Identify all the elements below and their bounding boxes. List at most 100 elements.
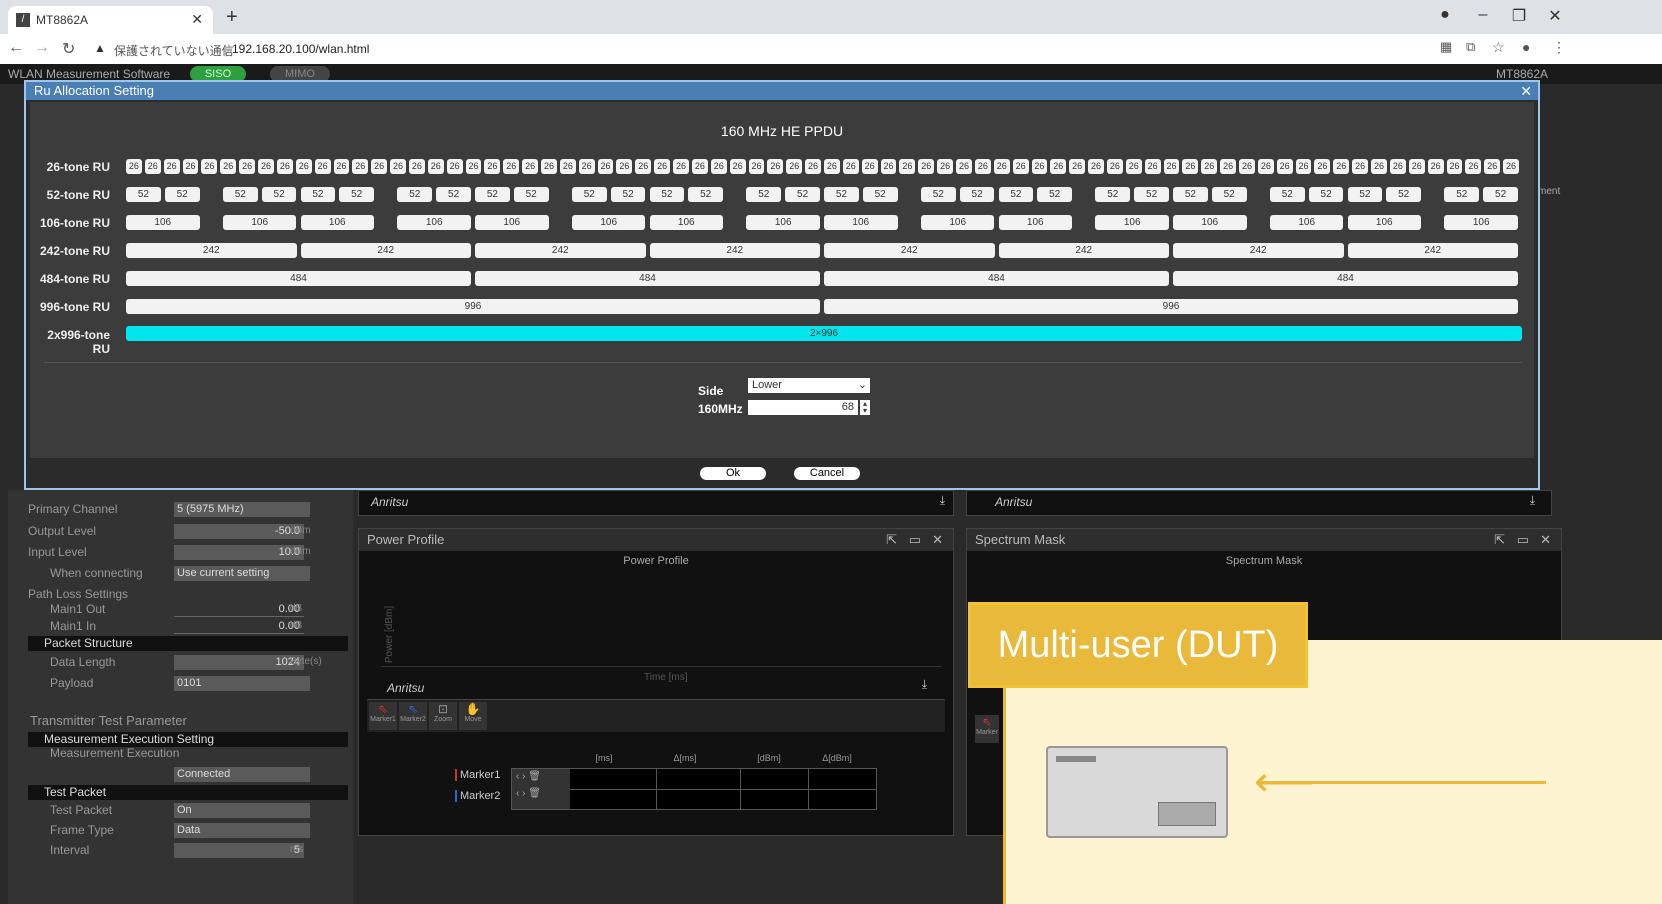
ru-26-button[interactable]: 26: [201, 159, 218, 174]
ru-26-button[interactable]: 26: [824, 159, 840, 174]
side-select[interactable]: Lower ⌄: [748, 378, 870, 393]
ru-52-button[interactable]: 52: [1037, 187, 1073, 202]
ru-106-button[interactable]: 106: [998, 215, 1073, 230]
ru-26-button[interactable]: 26: [1484, 159, 1501, 174]
ru-26-button[interactable]: 26: [1276, 159, 1293, 174]
close-tab-icon[interactable]: ✕: [191, 11, 203, 28]
ru-26-button[interactable]: 26: [1503, 159, 1519, 174]
ru-26-button[interactable]: 26: [1201, 159, 1218, 174]
ru-996-button[interactable]: 996: [824, 299, 1518, 314]
account-icon[interactable]: ●: [1522, 39, 1530, 55]
test-packet-section[interactable]: Test Packet: [28, 785, 348, 800]
ru-242-button[interactable]: 242: [649, 243, 820, 258]
ru-26-button[interactable]: 26: [559, 159, 576, 174]
ru-26-button[interactable]: 26: [1352, 159, 1369, 174]
ru-106-button[interactable]: 106: [746, 215, 820, 230]
ru-242-button[interactable]: 242: [126, 243, 297, 258]
sm-marker-tool[interactable]: ⇖ Marker: [975, 715, 999, 743]
ru-26-button[interactable]: 26: [390, 159, 406, 174]
ru-484-button[interactable]: 484: [824, 271, 1169, 286]
ru-26-button[interactable]: 26: [635, 159, 652, 174]
ru-52-button[interactable]: 52: [610, 187, 646, 202]
browser-tab[interactable]: / MT8862A ✕: [8, 6, 213, 34]
tx-test-param-section[interactable]: Transmitter Test Parameter: [30, 713, 187, 728]
ru-26-button[interactable]: 26: [427, 159, 444, 174]
ru-52-button[interactable]: 52: [1211, 187, 1247, 202]
ru-52-button[interactable]: 52: [1483, 187, 1518, 202]
ru-26-button[interactable]: 26: [295, 159, 312, 174]
ru-26-button[interactable]: 26: [408, 159, 425, 174]
ru-242-button[interactable]: 242: [1173, 243, 1344, 258]
ru-26-button[interactable]: 26: [220, 159, 237, 174]
ru-106-button[interactable]: 106: [475, 215, 549, 230]
ru-26-button[interactable]: 26: [163, 159, 180, 174]
when-connecting-select[interactable]: Use current setting: [174, 566, 310, 581]
ru-26-button[interactable]: 26: [748, 159, 765, 174]
star-icon[interactable]: ☆: [1492, 39, 1505, 56]
ru-26-button[interactable]: 26: [1295, 159, 1312, 174]
ru-26-button[interactable]: 26: [314, 159, 331, 174]
ru-26-button[interactable]: 26: [182, 159, 199, 174]
primary-channel-select[interactable]: 5 (5975 MHz): [174, 502, 310, 517]
frame-type-select[interactable]: Data: [174, 823, 310, 838]
ru-52-button[interactable]: 52: [1444, 187, 1480, 202]
ru-26-button[interactable]: 26: [937, 159, 954, 174]
mhz-field[interactable]: 68: [748, 400, 858, 415]
ru-26-button[interactable]: 26: [899, 159, 916, 174]
ru-26-button[interactable]: 26: [1408, 159, 1425, 174]
ru-996-button[interactable]: 996: [126, 299, 820, 314]
ru-26-button[interactable]: 26: [1427, 159, 1444, 174]
payload-select[interactable]: 0101: [174, 676, 310, 691]
ru-26-button[interactable]: 26: [616, 159, 633, 174]
ru-106-button[interactable]: 106: [571, 215, 646, 230]
ru-26-button[interactable]: 26: [786, 159, 803, 174]
input-level-field[interactable]: 10.0: [174, 545, 304, 560]
meas-exec-select[interactable]: Connected: [174, 767, 310, 782]
ru-26-button[interactable]: 26: [503, 159, 520, 174]
marker2-tool[interactable]: ⇖ Marker2: [399, 702, 427, 730]
ru-242-button[interactable]: 242: [1347, 243, 1518, 258]
ru-26-button[interactable]: 26: [1144, 159, 1161, 174]
ru-52-button[interactable]: 52: [1308, 187, 1344, 202]
ru-26-button[interactable]: 26: [654, 159, 671, 174]
ru-242-button[interactable]: 242: [998, 243, 1169, 258]
main1-out-field[interactable]: 0.00: [174, 602, 304, 617]
cancel-button[interactable]: Cancel: [794, 467, 860, 480]
undock-icon[interactable]: ⇱: [886, 529, 897, 551]
ru-52-button[interactable]: 52: [571, 187, 607, 202]
ru-106-button[interactable]: 106: [1444, 215, 1518, 230]
ru-26-button[interactable]: 26: [1125, 159, 1142, 174]
ru-26-button[interactable]: 26: [1012, 159, 1029, 174]
ru-52-button[interactable]: 52: [959, 187, 995, 202]
ru-484-button[interactable]: 484: [126, 271, 471, 286]
ru-26-button[interactable]: 26: [1182, 159, 1199, 174]
ru-52-button[interactable]: 52: [1134, 187, 1169, 202]
ru-26-button[interactable]: 26: [1465, 159, 1482, 174]
ru-26-button[interactable]: 26: [1333, 159, 1350, 174]
ru-106-button[interactable]: 106: [649, 215, 724, 230]
ru-52-button[interactable]: 52: [649, 187, 685, 202]
ru-26-button[interactable]: 26: [974, 159, 991, 174]
forward-icon[interactable]: →: [34, 39, 50, 57]
ru-242-button[interactable]: 242: [475, 243, 646, 258]
ru-26-button[interactable]: 26: [1220, 159, 1237, 174]
ru-106-button[interactable]: 106: [1347, 215, 1422, 230]
ru-52-button[interactable]: 52: [824, 187, 859, 202]
ru-26-button[interactable]: 26: [126, 159, 142, 174]
ru-106-button[interactable]: 106: [300, 215, 375, 230]
marker1-nav[interactable]: ‹ › 🗑: [512, 769, 570, 784]
ru-52-button[interactable]: 52: [397, 187, 433, 202]
ru-106-button[interactable]: 106: [126, 215, 200, 230]
ru-52-button[interactable]: 52: [339, 187, 375, 202]
ru-26-button[interactable]: 26: [1106, 159, 1123, 174]
qr-icon[interactable]: ▦: [1440, 39, 1452, 55]
ru-26-button[interactable]: 26: [1389, 159, 1406, 174]
ru-26-button[interactable]: 26: [1314, 159, 1331, 174]
ru-52-button[interactable]: 52: [261, 187, 297, 202]
ru-52-button[interactable]: 52: [475, 187, 510, 202]
ru-26-button[interactable]: 26: [1257, 159, 1274, 174]
ru-52-button[interactable]: 52: [1269, 187, 1305, 202]
ru-26-button[interactable]: 26: [710, 159, 727, 174]
ru-26-button[interactable]: 26: [239, 159, 256, 174]
minimize-icon[interactable]: –: [1468, 6, 1498, 24]
